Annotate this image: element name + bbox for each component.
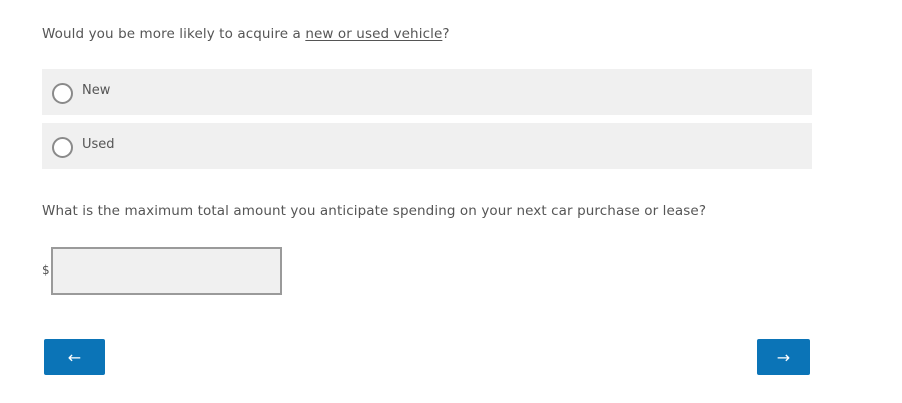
option-used-label: Used [82,137,115,152]
new-or-used-link[interactable]: new or used vehicle [305,26,442,42]
option-new-label: New [82,83,111,98]
max-spend-question: What is the maximum total amount you ant… [42,203,707,219]
radio-used[interactable] [52,137,73,158]
question-prefix: Would you be more likely to acquire a [42,26,306,42]
survey-page: Would you be more likely to acquire a ne… [0,0,902,403]
vehicle-type-question: Would you be more likely to acquire a ne… [42,26,450,42]
max-amount-input[interactable] [51,247,282,295]
option-new[interactable]: New [42,69,812,115]
radio-new[interactable] [52,83,73,104]
next-button[interactable]: → [757,339,810,375]
question-suffix: ? [442,26,450,42]
back-button[interactable]: ← [44,339,105,375]
option-used[interactable]: Used [42,123,812,169]
currency-symbol: $ [42,263,50,277]
